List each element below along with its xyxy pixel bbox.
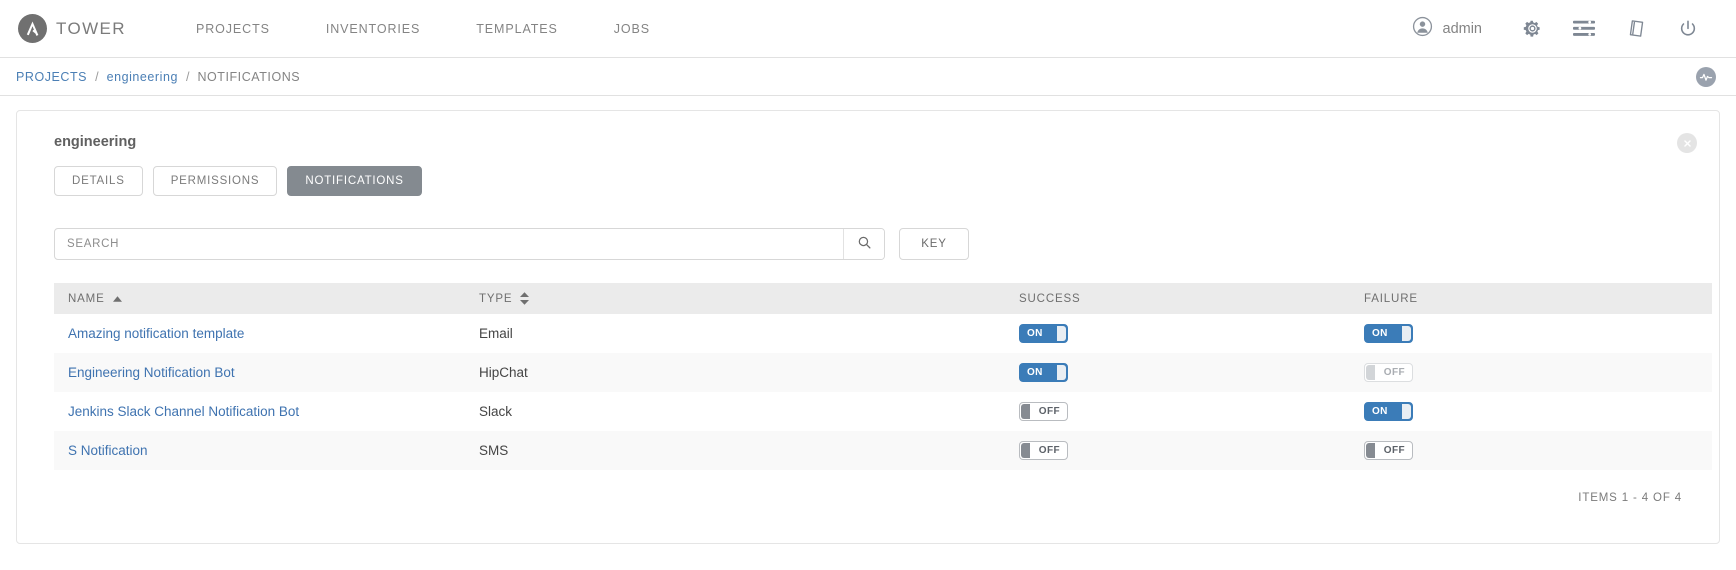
table-row: S Notification SMS OFF OFF [54, 431, 1712, 470]
success-toggle-cell: OFF [1019, 441, 1364, 460]
toggle-knob [1402, 404, 1411, 419]
tab-permissions[interactable]: PERMISSIONS [152, 166, 278, 196]
table-row: Jenkins Slack Channel Notification Bot S… [54, 392, 1712, 431]
nav-link-inventories[interactable]: INVENTORIES [298, 22, 448, 36]
toggle-knob [1366, 443, 1375, 458]
search-button[interactable] [843, 229, 884, 259]
username-label: admin [1442, 20, 1483, 37]
close-icon[interactable] [1677, 133, 1697, 153]
failure-toggle-cell: ON [1364, 324, 1712, 343]
failure-toggle-cell: OFF [1364, 363, 1712, 382]
search-icon [857, 235, 872, 253]
notification-name-link[interactable]: Amazing notification template [54, 326, 479, 341]
breadcrumb-separator: / [95, 69, 99, 84]
success-toggle-label: ON [1027, 367, 1043, 378]
failure-toggle-label: OFF [1383, 367, 1405, 378]
nav-right-group: admin [1412, 16, 1715, 42]
column-header-name[interactable]: NAME [54, 293, 479, 305]
notification-name-link[interactable]: Jenkins Slack Channel Notification Bot [54, 404, 479, 419]
search-box [54, 228, 885, 260]
notifications-card: engineering DETAILS PERMISSIONS NOTIFICA… [16, 110, 1720, 544]
card-tabs: DETAILS PERMISSIONS NOTIFICATIONS [54, 166, 1697, 196]
sort-both-icon [520, 292, 530, 305]
column-header-type[interactable]: TYPE [479, 292, 1019, 305]
success-toggle[interactable]: ON [1019, 363, 1068, 382]
failure-toggle-label: ON [1372, 406, 1388, 417]
breadcrumb-item-engineering[interactable]: engineering [107, 70, 178, 84]
page-body: engineering DETAILS PERMISSIONS NOTIFICA… [0, 96, 1736, 544]
brand-logo[interactable]: TOWER [18, 14, 126, 43]
top-navigation-bar: TOWER PROJECTS INVENTORIES TEMPLATES JOB… [0, 0, 1736, 58]
tab-notifications[interactable]: NOTIFICATIONS [287, 166, 422, 196]
success-toggle-cell: ON [1019, 363, 1364, 382]
column-header-failure: FAILURE [1364, 293, 1712, 305]
failure-toggle[interactable]: OFF [1364, 441, 1413, 460]
notification-type: Email [479, 326, 513, 341]
column-header-success-label: SUCCESS [1019, 292, 1081, 305]
notification-type: SMS [479, 443, 509, 458]
toggle-knob [1402, 326, 1411, 341]
table-row: Amazing notification template Email ON O… [54, 314, 1712, 353]
notifications-table: NAME TYPE SUCCESS FAILURE Amazing notifi… [54, 283, 1712, 470]
success-toggle-label: OFF [1038, 406, 1060, 417]
failure-toggle-label: ON [1372, 328, 1388, 339]
success-toggle-cell: ON [1019, 324, 1364, 343]
search-input[interactable] [55, 229, 843, 259]
column-header-success: SUCCESS [1019, 293, 1364, 305]
failure-toggle[interactable]: ON [1364, 324, 1413, 343]
column-header-failure-label: FAILURE [1364, 292, 1418, 305]
notification-name-link[interactable]: Engineering Notification Bot [54, 365, 479, 380]
failure-toggle-cell: OFF [1364, 441, 1712, 460]
nav-link-projects[interactable]: PROJECTS [168, 22, 298, 36]
failure-toggle-label: OFF [1383, 445, 1405, 456]
success-toggle[interactable]: OFF [1019, 441, 1068, 460]
page-title: engineering [54, 134, 137, 150]
success-toggle-cell: OFF [1019, 402, 1364, 421]
table-row: Engineering Notification Bot HipChat ON … [54, 353, 1712, 392]
breadcrumb-separator: / [185, 69, 190, 84]
table-header-row: NAME TYPE SUCCESS FAILURE [54, 283, 1712, 314]
breadcrumb-right-group [1696, 66, 1716, 87]
toggle-knob [1057, 365, 1066, 380]
power-icon[interactable] [1662, 19, 1714, 39]
success-toggle[interactable]: ON [1019, 324, 1068, 343]
primary-nav: PROJECTS INVENTORIES TEMPLATES JOBS [168, 22, 678, 36]
breadcrumb: PROJECTS / engineering / NOTIFICATIONS [0, 58, 1736, 96]
nav-link-jobs[interactable]: JOBS [586, 22, 678, 36]
success-toggle[interactable]: OFF [1019, 402, 1068, 421]
activity-pulse-icon[interactable] [1696, 66, 1716, 87]
items-count-label: ITEMS 1 - 4 OF 4 [1578, 492, 1682, 504]
failure-toggle[interactable]: ON [1364, 402, 1413, 421]
sliders-icon[interactable] [1558, 20, 1610, 37]
toggle-knob [1021, 404, 1030, 419]
toggle-knob [1366, 365, 1375, 380]
failure-toggle[interactable]: OFF [1364, 363, 1413, 382]
ansible-logo-icon [18, 14, 47, 43]
toggle-knob [1057, 326, 1066, 341]
success-toggle-label: ON [1027, 328, 1043, 339]
brand-name: TOWER [56, 18, 126, 38]
key-button[interactable]: KEY [899, 228, 969, 260]
user-menu[interactable]: admin [1412, 16, 1483, 42]
nav-link-templates[interactable]: TEMPLATES [448, 22, 586, 36]
book-icon[interactable] [1610, 19, 1662, 38]
user-circle-icon [1412, 16, 1433, 42]
table-footer: ITEMS 1 - 4 OF 4 [39, 492, 1682, 504]
sort-asc-icon [112, 295, 122, 302]
tab-details[interactable]: DETAILS [54, 166, 143, 196]
notification-type: Slack [479, 404, 513, 419]
search-toolbar: KEY [54, 228, 1697, 260]
toggle-knob [1021, 443, 1030, 458]
breadcrumb-item-projects[interactable]: PROJECTS [16, 70, 87, 84]
notification-name-link[interactable]: S Notification [54, 443, 479, 458]
column-header-name-label: NAME [68, 292, 105, 305]
column-header-type-label: TYPE [479, 292, 513, 305]
failure-toggle-cell: ON [1364, 402, 1712, 421]
gear-icon[interactable] [1506, 19, 1558, 38]
breadcrumb-item-notifications: NOTIFICATIONS [197, 69, 301, 84]
notification-type: HipChat [479, 365, 528, 380]
success-toggle-label: OFF [1038, 445, 1060, 456]
